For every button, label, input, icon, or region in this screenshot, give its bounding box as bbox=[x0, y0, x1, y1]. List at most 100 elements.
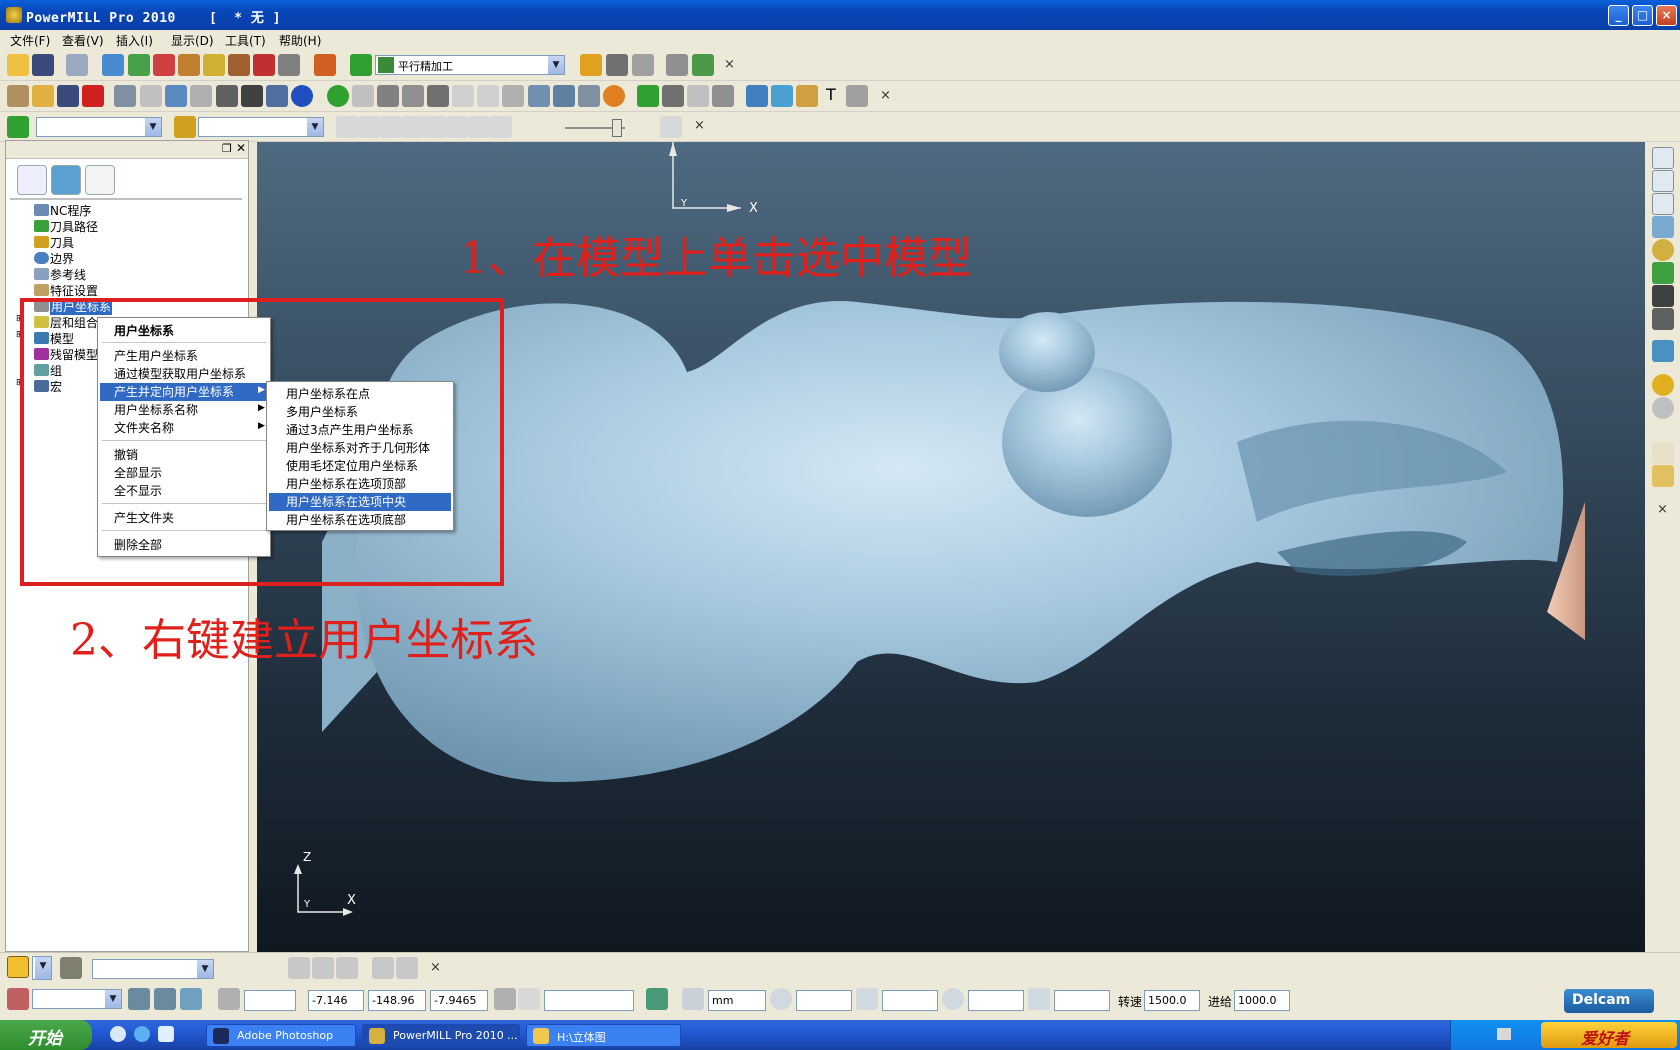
transform-icon[interactable] bbox=[692, 54, 714, 76]
tree-item-toolpaths[interactable]: 刀具路径 bbox=[50, 218, 98, 235]
hemisphere-icon[interactable] bbox=[452, 85, 474, 107]
boundary-tool-icon[interactable] bbox=[278, 54, 300, 76]
tool-name-select[interactable]: ▼ bbox=[92, 959, 214, 979]
menu-item-create-folder[interactable]: 产生文件夹 bbox=[100, 509, 268, 527]
select-filter-icon[interactable] bbox=[1652, 465, 1674, 487]
rapid-move-icon[interactable] bbox=[128, 54, 150, 76]
diameter-icon[interactable] bbox=[942, 988, 964, 1010]
menu-item-create-workplane[interactable]: 产生用户坐标系 bbox=[100, 347, 268, 365]
disabled-tab-icon[interactable] bbox=[85, 165, 115, 195]
stock-icon[interactable] bbox=[796, 85, 818, 107]
tool-edit-icon[interactable] bbox=[580, 54, 602, 76]
zoom-box-icon[interactable] bbox=[1652, 308, 1674, 330]
task-folder[interactable]: H:\立体图 bbox=[526, 1024, 681, 1047]
select-cursor-icon[interactable] bbox=[1652, 442, 1674, 464]
grid-icon[interactable] bbox=[662, 85, 684, 107]
tool-holder-disabled-icon[interactable] bbox=[312, 957, 334, 979]
coord-y-field[interactable]: -148.96 bbox=[368, 990, 426, 1011]
maximize-button[interactable]: □ bbox=[1632, 5, 1653, 26]
shape-icon[interactable] bbox=[771, 85, 793, 107]
globe-icon[interactable] bbox=[1652, 397, 1674, 419]
sheet-icon[interactable] bbox=[502, 85, 524, 107]
timer-icon[interactable] bbox=[603, 85, 625, 107]
shading-icon[interactable] bbox=[165, 85, 187, 107]
calculator-icon[interactable] bbox=[606, 54, 628, 76]
block-edit-icon[interactable] bbox=[154, 988, 176, 1010]
edit-icon[interactable] bbox=[114, 85, 136, 107]
coord-z-field[interactable]: -7.9465 bbox=[430, 990, 488, 1011]
save-model-icon[interactable] bbox=[57, 85, 79, 107]
gourd-knob[interactable] bbox=[1002, 367, 1172, 517]
angle-icon[interactable] bbox=[1028, 988, 1050, 1010]
block-icon[interactable] bbox=[102, 54, 124, 76]
desktop-icon[interactable] bbox=[110, 1026, 126, 1042]
box-icon[interactable] bbox=[746, 85, 768, 107]
info-icon[interactable] bbox=[291, 85, 313, 107]
task-photoshop[interactable]: Adobe Photoshop bbox=[206, 1024, 356, 1047]
chevron-down-icon[interactable]: ▼ bbox=[197, 960, 213, 978]
go-start-icon[interactable] bbox=[468, 116, 490, 138]
save-icon[interactable] bbox=[32, 54, 54, 76]
cube-outline-icon[interactable] bbox=[477, 85, 499, 107]
menu-insert[interactable]: 插入(I) bbox=[116, 32, 153, 49]
ie-icon[interactable] bbox=[134, 1026, 150, 1042]
shaded-view-icon[interactable] bbox=[1652, 340, 1674, 362]
menu-item-workplane-from-model[interactable]: 通过模型获取用户坐标系 bbox=[100, 365, 268, 383]
cutter-icon[interactable] bbox=[578, 85, 600, 107]
delete-icon[interactable] bbox=[82, 85, 104, 107]
gourd-knob-small[interactable] bbox=[999, 312, 1095, 392]
status-toolbar-close-button[interactable]: × bbox=[430, 960, 441, 975]
block-status-icon[interactable] bbox=[128, 988, 150, 1010]
tree-item-boundaries[interactable]: 边界 bbox=[50, 250, 74, 267]
open-folder-icon[interactable] bbox=[7, 54, 29, 76]
step-back-icon[interactable] bbox=[380, 116, 402, 138]
strategy-icon[interactable] bbox=[350, 54, 372, 76]
folder-icon[interactable] bbox=[32, 85, 54, 107]
panel-close-icon[interactable]: ✕ bbox=[236, 141, 246, 155]
submenu-item-at-point[interactable]: 用户坐标系在点 bbox=[269, 385, 451, 403]
stock-status-icon[interactable] bbox=[646, 988, 668, 1010]
powermill-app-icon[interactable] bbox=[6, 7, 22, 23]
menu-item-show-all[interactable]: 全部显示 bbox=[100, 464, 268, 482]
start-button[interactable]: 开始 bbox=[0, 1020, 92, 1050]
chevron-down-icon[interactable]: ▼ bbox=[105, 990, 121, 1008]
menu-tools[interactable]: 工具(T) bbox=[225, 32, 266, 49]
grid-snap-icon[interactable] bbox=[218, 988, 240, 1010]
workplane-axis-icon[interactable] bbox=[712, 85, 734, 107]
spindle-speed-field[interactable]: 1500.0 bbox=[1144, 990, 1200, 1011]
refresh-icon[interactable] bbox=[1652, 262, 1674, 284]
align-icon[interactable] bbox=[528, 85, 550, 107]
tree-item-nc-program[interactable]: NC程序 bbox=[50, 202, 91, 219]
tool-dropdown[interactable]: ▼ bbox=[32, 956, 52, 980]
delete-disabled-icon[interactable] bbox=[396, 957, 418, 979]
submenu-item-block-position[interactable]: 使用毛坯定位用户坐标系 bbox=[269, 457, 451, 475]
menu-item-create-orient-workplane[interactable]: 产生并定向用户坐标系 bbox=[100, 383, 268, 401]
panel-restore-icon[interactable]: ❐ bbox=[222, 142, 232, 155]
multi-view-icon[interactable] bbox=[216, 85, 238, 107]
toolbar2-close-button[interactable]: × bbox=[880, 88, 891, 103]
diameter-field[interactable] bbox=[968, 990, 1024, 1011]
play-icon[interactable] bbox=[336, 116, 358, 138]
units-field[interactable]: mm bbox=[708, 990, 766, 1011]
ruler-icon[interactable] bbox=[632, 54, 654, 76]
chevron-down-icon[interactable]: ▼ bbox=[548, 56, 564, 74]
zoom-fit-icon[interactable] bbox=[1652, 285, 1674, 307]
end-point-icon[interactable] bbox=[228, 54, 250, 76]
menu-item-delete-all[interactable]: 删除全部 bbox=[100, 536, 268, 554]
submenu-item-selection-bottom[interactable]: 用户坐标系在选项底部 bbox=[269, 511, 451, 529]
eject-icon[interactable] bbox=[660, 116, 682, 138]
cross-icon[interactable] bbox=[687, 85, 709, 107]
coord-x-field[interactable]: -7.146 bbox=[308, 990, 364, 1011]
table-icon[interactable] bbox=[241, 85, 263, 107]
tool-db-icon[interactable] bbox=[666, 54, 688, 76]
tool-length-field[interactable] bbox=[882, 990, 938, 1011]
tool-holder-icon[interactable] bbox=[7, 956, 29, 978]
pattern-icon[interactable] bbox=[637, 85, 659, 107]
menu-item-folder-names[interactable]: 文件夹名称 bbox=[100, 419, 268, 437]
fast-forward-icon[interactable] bbox=[446, 116, 468, 138]
block-view-icon[interactable] bbox=[180, 988, 202, 1010]
task-powermill[interactable]: PowerMILL Pro 2010 ... bbox=[362, 1024, 520, 1047]
list-icon[interactable] bbox=[140, 85, 162, 107]
zoom-icon[interactable] bbox=[1652, 239, 1674, 261]
tool-select[interactable]: ▼ bbox=[198, 117, 324, 137]
